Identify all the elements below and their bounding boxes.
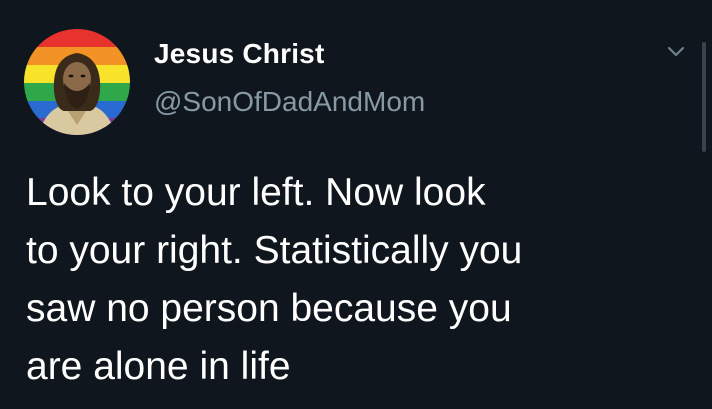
tweet-line: are alone in life	[26, 345, 291, 388]
scrollbar[interactable]	[702, 42, 706, 152]
tweet-line: saw no person because you	[26, 287, 512, 330]
author-name[interactable]: Jesus Christ	[154, 38, 324, 70]
tweet-line: to your right. Statistically you	[26, 229, 523, 272]
tweet-line: Look to your left. Now look	[26, 171, 486, 214]
author-handle[interactable]: @SonOfDadAndMom	[154, 86, 425, 118]
tweet-text: Look to your left. Now look to your righ…	[26, 164, 666, 396]
jesus-portrait-icon	[38, 53, 116, 135]
chevron-down-icon[interactable]	[664, 40, 688, 64]
avatar[interactable]	[24, 29, 130, 135]
tweet-card: Jesus Christ @SonOfDadAndMom Look to you…	[0, 0, 712, 409]
